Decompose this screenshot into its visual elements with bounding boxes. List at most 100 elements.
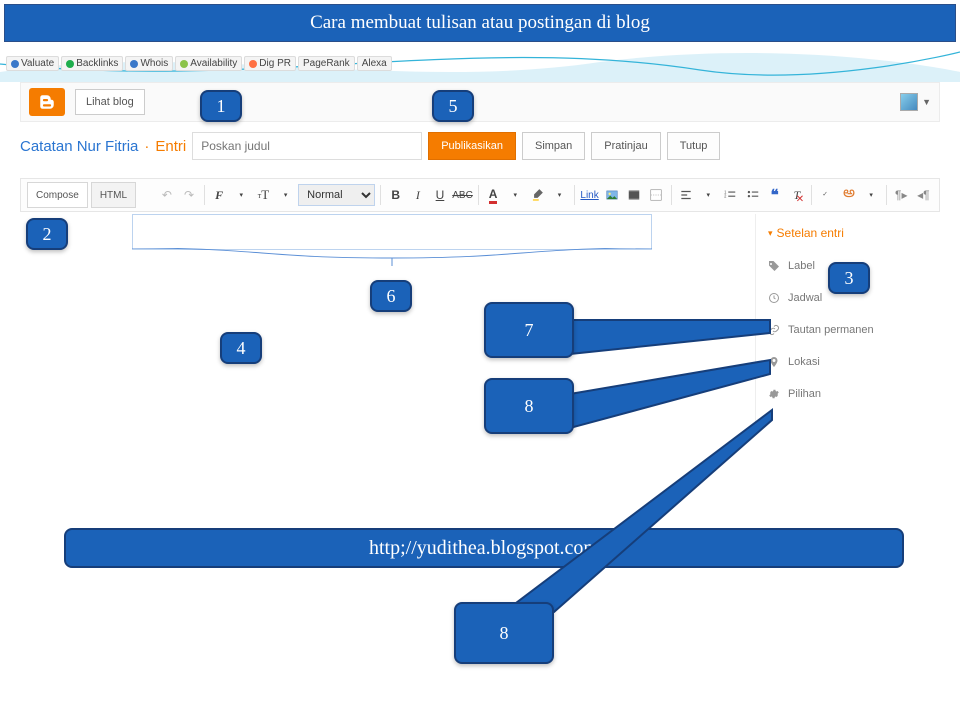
chevron-down-icon[interactable]: ▾ [232, 185, 251, 205]
seo-backlinks-label: Backlinks [76, 58, 118, 69]
list-bullet-icon[interactable] [743, 185, 762, 205]
publish-button[interactable]: Publikasikan [428, 132, 516, 160]
callout-3: 3 [828, 262, 870, 294]
chevron-down-icon[interactable]: ▾ [862, 185, 881, 205]
panel-item-text: Label [788, 260, 815, 272]
seo-alexa[interactable]: Alexa [357, 56, 392, 71]
chevron-down-icon[interactable]: ▾ [506, 185, 525, 205]
chevron-down-icon: ▼ [922, 97, 931, 107]
font-family-icon[interactable]: F [210, 185, 229, 205]
seo-backlinks[interactable]: Backlinks [61, 56, 123, 71]
remove-format-icon[interactable]: T✕ [787, 185, 806, 205]
callout-8a: 8 [484, 378, 574, 434]
chevron-down-icon[interactable]: ▾ [276, 185, 295, 205]
spellcheck-icon[interactable]: ✓ [817, 185, 836, 205]
footer-url-banner: http;//yudithea.blogspot.com [64, 528, 904, 568]
panel-item-tautan[interactable]: Tautan permanen [768, 314, 934, 346]
gear-icon [768, 388, 780, 400]
view-blog-button[interactable]: Lihat blog [75, 89, 145, 115]
callout-label: 8 [500, 623, 509, 644]
panel-item-lokasi[interactable]: Lokasi [768, 346, 934, 378]
post-title-row: Catatan Nur Fitria · Entri Publikasikan … [20, 132, 940, 160]
separator: · [144, 138, 149, 155]
blogger-logo-icon[interactable] [29, 88, 65, 116]
callout-label: 8 [525, 396, 534, 417]
paragraph-style-select[interactable]: Normal [298, 184, 375, 206]
underline-icon[interactable]: U [430, 185, 449, 205]
undo-icon[interactable]: ↶ [157, 185, 176, 205]
quote-icon[interactable]: ❝ [765, 185, 784, 205]
tab-html[interactable]: HTML [91, 182, 136, 208]
callout-5: 5 [432, 90, 474, 122]
brace-decoration [132, 248, 652, 268]
seo-valuate[interactable]: Valuate [6, 56, 59, 71]
text-color-icon[interactable]: A [483, 185, 502, 205]
callout-7: 7 [484, 302, 574, 358]
chevron-down-icon[interactable]: ▾ [699, 185, 718, 205]
svg-text:✓: ✓ [822, 191, 827, 198]
save-label: Simpan [535, 140, 572, 152]
tab-compose[interactable]: Compose [27, 182, 88, 208]
seo-alexa-label: Alexa [362, 58, 387, 69]
save-button[interactable]: Simpan [522, 132, 585, 160]
link-icon[interactable]: Link [580, 185, 599, 205]
chevron-down-icon[interactable]: ▾ [550, 185, 569, 205]
footer-url-text: http;//yudithea.blogspot.com [369, 537, 599, 560]
callout-label: 2 [43, 224, 52, 245]
callout-label: 7 [525, 320, 534, 341]
link-icon [768, 324, 780, 336]
align-icon[interactable] [677, 185, 696, 205]
post-title-input[interactable] [192, 132, 422, 160]
chevron-down-icon: ▾ [768, 228, 773, 239]
callout-label: 1 [217, 96, 226, 117]
view-blog-label: Lihat blog [86, 96, 134, 108]
seo-availability[interactable]: Availability [175, 56, 242, 71]
strike-icon[interactable]: ABC [453, 185, 473, 205]
video-icon[interactable] [624, 185, 643, 205]
slide-title-banner: Cara membuat tulisan atau postingan di b… [4, 4, 956, 42]
panel-item-text: Pilihan [788, 388, 821, 400]
bold-icon[interactable]: B [386, 185, 405, 205]
rtl-icon[interactable]: ◂¶ [914, 185, 933, 205]
seo-whois[interactable]: Whois [125, 56, 173, 71]
link-label: Link [580, 190, 598, 201]
callout-6: 6 [370, 280, 412, 312]
user-menu[interactable]: ▼ [900, 93, 931, 111]
transliterate-icon[interactable]: అ [839, 185, 858, 205]
callout-8b: 8 [454, 602, 554, 664]
seo-toolbar: Valuate Backlinks Whois Availability Dig… [6, 56, 392, 71]
seo-valuate-label: Valuate [21, 58, 54, 69]
callout-1: 1 [200, 90, 242, 122]
editor-canvas[interactable] [132, 214, 652, 250]
seo-whois-label: Whois [140, 58, 168, 69]
jump-break-icon[interactable] [646, 185, 665, 205]
callout-label: 4 [237, 338, 246, 359]
blogger-header: Lihat blog ▼ [20, 82, 940, 122]
post-settings-panel: ▾ Setelan entri Label Jadwal Tautan perm… [755, 214, 940, 422]
avatar [900, 93, 918, 111]
font-size-icon[interactable]: тT [254, 185, 273, 205]
redo-icon[interactable]: ↷ [180, 185, 199, 205]
panel-header[interactable]: ▾ Setelan entri [768, 226, 934, 240]
tab-compose-label: Compose [36, 190, 79, 201]
image-icon[interactable] [602, 185, 621, 205]
callout-2: 2 [26, 218, 68, 250]
preview-button[interactable]: Pratinjau [591, 132, 660, 160]
italic-icon[interactable]: I [408, 185, 427, 205]
panel-item-text: Lokasi [788, 356, 820, 368]
close-label: Tutup [680, 140, 708, 152]
seo-digpr[interactable]: Dig PR [244, 56, 296, 71]
callout-4: 4 [220, 332, 262, 364]
close-button[interactable]: Tutup [667, 132, 721, 160]
location-icon [768, 356, 780, 368]
ltr-icon[interactable]: ¶▸ [892, 185, 911, 205]
panel-header-label: Setelan entri [777, 226, 844, 240]
clock-icon [768, 292, 780, 304]
list-number-icon[interactable]: 12 [721, 185, 740, 205]
panel-item-text: Tautan permanen [788, 324, 874, 336]
highlight-icon[interactable] [528, 185, 547, 205]
seo-pagerank[interactable]: PageRank [298, 56, 355, 71]
blog-name[interactable]: Catatan Nur Fitria [20, 138, 138, 155]
panel-item-pilihan[interactable]: Pilihan [768, 378, 934, 410]
seo-digpr-label: Dig PR [259, 58, 291, 69]
